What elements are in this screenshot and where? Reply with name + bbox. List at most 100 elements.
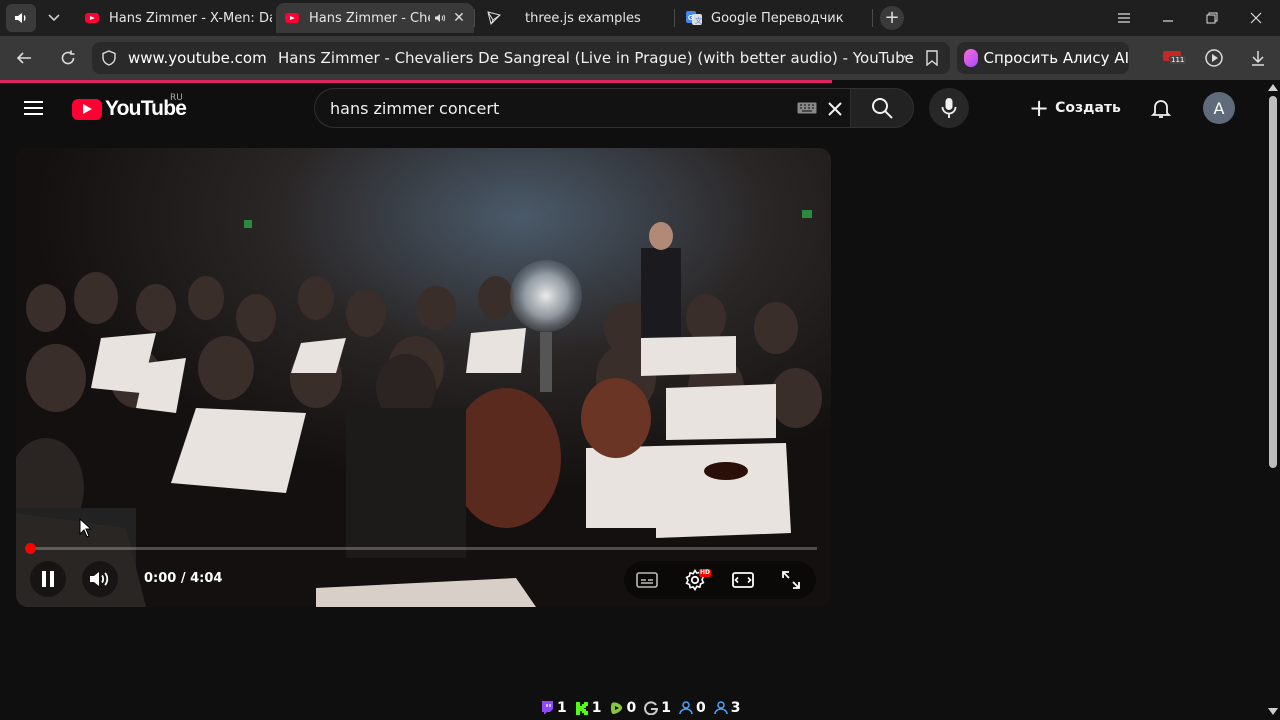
tab-title: Hans Zimmer - Cheva [309,10,430,26]
twitch-icon [540,701,554,715]
minimize-button[interactable] [1156,6,1180,30]
create-button[interactable]: + Создать [1029,92,1121,124]
pause-button[interactable] [30,561,66,597]
users-icon [714,701,728,715]
bookmark-icon[interactable] [926,50,938,66]
new-tab-button[interactable]: + [880,6,904,30]
plus-icon: + [1029,94,1050,122]
tab-audio-icon[interactable] [434,12,446,24]
g-count: 1 [661,700,671,716]
tab-list-button[interactable] [40,4,68,32]
search-input[interactable]: hans zimmer concert [314,88,850,128]
mouse-cursor-icon [79,518,91,538]
back-button[interactable] [12,46,36,70]
kick-count: 1 [591,700,602,716]
play-circle-icon [1205,49,1223,67]
fullscreen-icon [782,571,800,589]
video-frame [16,148,831,607]
notifications-button[interactable] [1149,96,1173,120]
menu-icon [1118,13,1130,23]
subtitles-icon [636,572,658,588]
guide-menu-button[interactable] [24,97,48,121]
seek-bar[interactable] [30,547,817,550]
reload-button[interactable] [56,46,80,70]
user-counter[interactable]: 0 [679,700,706,716]
scrollbar-thumb[interactable] [1269,96,1277,468]
clear-search-button[interactable] [823,97,847,121]
extension-badge: 111 [1169,56,1187,64]
tab-xmen[interactable]: Hans Zimmer - X-Men: Dar [76,3,272,33]
seek-bar-scrubber[interactable] [25,543,36,554]
search-icon [872,98,893,119]
restore-icon [1206,12,1218,24]
hd-badge: HD [699,569,712,577]
youtube-logo-icon [72,98,102,120]
subtitles-button[interactable] [633,566,661,594]
tab-title: Hans Zimmer - X-Men: Dar [109,10,272,26]
mute-button[interactable] [82,561,118,597]
pause-icon [42,571,54,587]
download-icon [1252,51,1264,66]
address-bar: www.youtube.com Hans Zimmer - Chevaliers… [0,36,1280,80]
youtube-icon [284,10,300,26]
users-counter[interactable]: 3 [714,700,741,716]
ask-alice-button[interactable]: Спросить Алису AI [957,42,1129,74]
alice-icon [964,49,978,67]
rumble-icon [610,701,624,715]
extension-button[interactable]: 111 [1162,48,1187,70]
kick-counter[interactable]: 1 [575,700,602,716]
chevron-down-icon [48,14,60,22]
minimize-icon [1163,20,1173,22]
media-button[interactable] [1202,46,1226,70]
avatar[interactable]: A [1203,92,1235,124]
tab-chevaliers[interactable]: Hans Zimmer - Cheva ✕ [276,3,474,33]
close-icon [828,102,842,116]
close-window-button[interactable] [1244,6,1268,30]
close-icon [1250,12,1262,24]
threejs-icon [486,10,502,26]
theater-mode-button[interactable] [729,566,757,594]
fullscreen-button[interactable] [777,566,805,594]
time-display: 0:00 / 4:04 [144,571,223,586]
youtube-logo[interactable]: YouTube [72,97,187,121]
alice-label: Спросить Алису AI [983,49,1130,67]
tab-separator [674,9,675,27]
search-button[interactable] [850,88,914,128]
volume-icon [90,572,109,586]
tab-google-translate[interactable]: G文 Google Переводчик [678,3,868,33]
voice-search-button[interactable] [929,88,969,128]
url-field[interactable]: www.youtube.com Hans Zimmer - Chevaliers… [92,42,950,74]
reload-icon [61,50,75,65]
search-query: hans zimmer concert [330,99,500,118]
g-counter[interactable]: 1 [644,700,671,716]
theater-mode-icon [732,572,754,588]
rumble-counter[interactable]: 0 [610,700,637,716]
tab-threejs[interactable]: three.js examples [478,3,674,33]
tab-audio-button[interactable] [6,4,36,32]
downloads-button[interactable] [1246,46,1270,70]
keyboard-icon[interactable] [797,102,817,114]
url-domain: www.youtube.com [128,49,267,67]
tab-separator [872,9,873,27]
user-count: 0 [696,700,706,716]
restore-button[interactable] [1200,6,1224,30]
shield-icon[interactable] [102,50,116,66]
close-tab-icon[interactable]: ✕ [450,9,468,27]
microphone-icon [941,98,957,118]
scroll-up-arrow-icon[interactable] [1268,84,1278,91]
youtube-header: YouTube RU hans zimmer concert + Создать… [0,83,1266,135]
speaker-icon [15,13,26,23]
video-player[interactable]: 0:00 / 4:04 HD [16,148,831,607]
browser-menu-button[interactable] [1112,6,1136,30]
country-code: RU [170,93,183,103]
more-icon[interactable]: ··· [896,47,914,66]
twitch-count: 1 [557,700,567,716]
status-counters: 1 1 0 1 0 3 [540,698,749,718]
user-icon [679,701,693,715]
tab-title: three.js examples [525,10,641,26]
url-page-title: Hans Zimmer - Chevaliers De Sangreal (Li… [278,49,914,67]
scroll-down-arrow-icon[interactable] [1268,708,1278,715]
google-translate-icon: G文 [686,10,702,26]
rumble-count: 0 [626,700,637,716]
twitch-counter[interactable]: 1 [540,700,567,716]
